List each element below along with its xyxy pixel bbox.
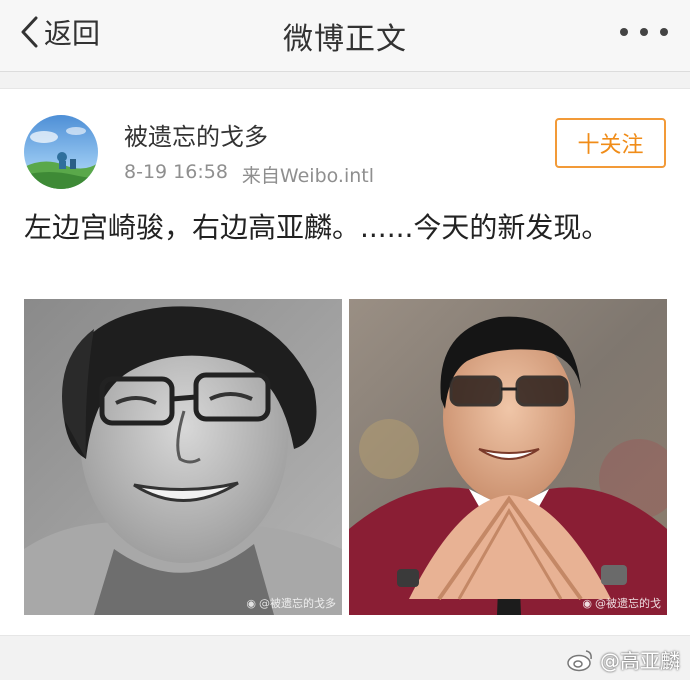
photo-left[interactable]: ◉ @被遗忘的戈多 (24, 299, 342, 615)
page-title: 微博正文 (283, 22, 407, 57)
username-link[interactable]: 被遗忘的戈多 (124, 117, 268, 152)
more-dot-icon (660, 28, 668, 36)
portrait-image-right (349, 299, 667, 615)
post-card: 被遗忘的戈多 8-19 16:58 来自Weibo.intl 十关注 左边宫崎骏… (0, 88, 690, 636)
avatar-image (24, 115, 98, 189)
portrait-image-left (24, 299, 342, 615)
more-dot-icon (640, 28, 648, 36)
post-text: 左边宫崎骏，右边高亚麟。......今天的新发现。 (24, 211, 610, 244)
photo-watermark-right: ◉ @被遗忘的戈 (582, 596, 661, 611)
post-time: 8-19 16:58 (124, 161, 228, 183)
navbar: 返回 微博正文 (0, 0, 690, 72)
weibo-logo-icon: ◉ (246, 596, 256, 610)
weibo-logo-icon: ◉ (582, 596, 592, 610)
post-meta: 8-19 16:58 来自Weibo.intl (124, 161, 374, 188)
photo-right[interactable]: ◉ @被遗忘的戈 (349, 299, 667, 615)
photo-watermark-left: ◉ @被遗忘的戈多 (246, 596, 336, 611)
avatar[interactable] (24, 115, 98, 189)
more-dot-icon (620, 28, 628, 36)
corner-watermark: @高亚麟 (566, 645, 680, 674)
follow-button[interactable]: 十关注 (555, 118, 666, 168)
more-options-button[interactable] (620, 20, 668, 44)
weibo-logo-icon (567, 649, 592, 671)
post-source: 来自Weibo.intl (241, 165, 375, 187)
